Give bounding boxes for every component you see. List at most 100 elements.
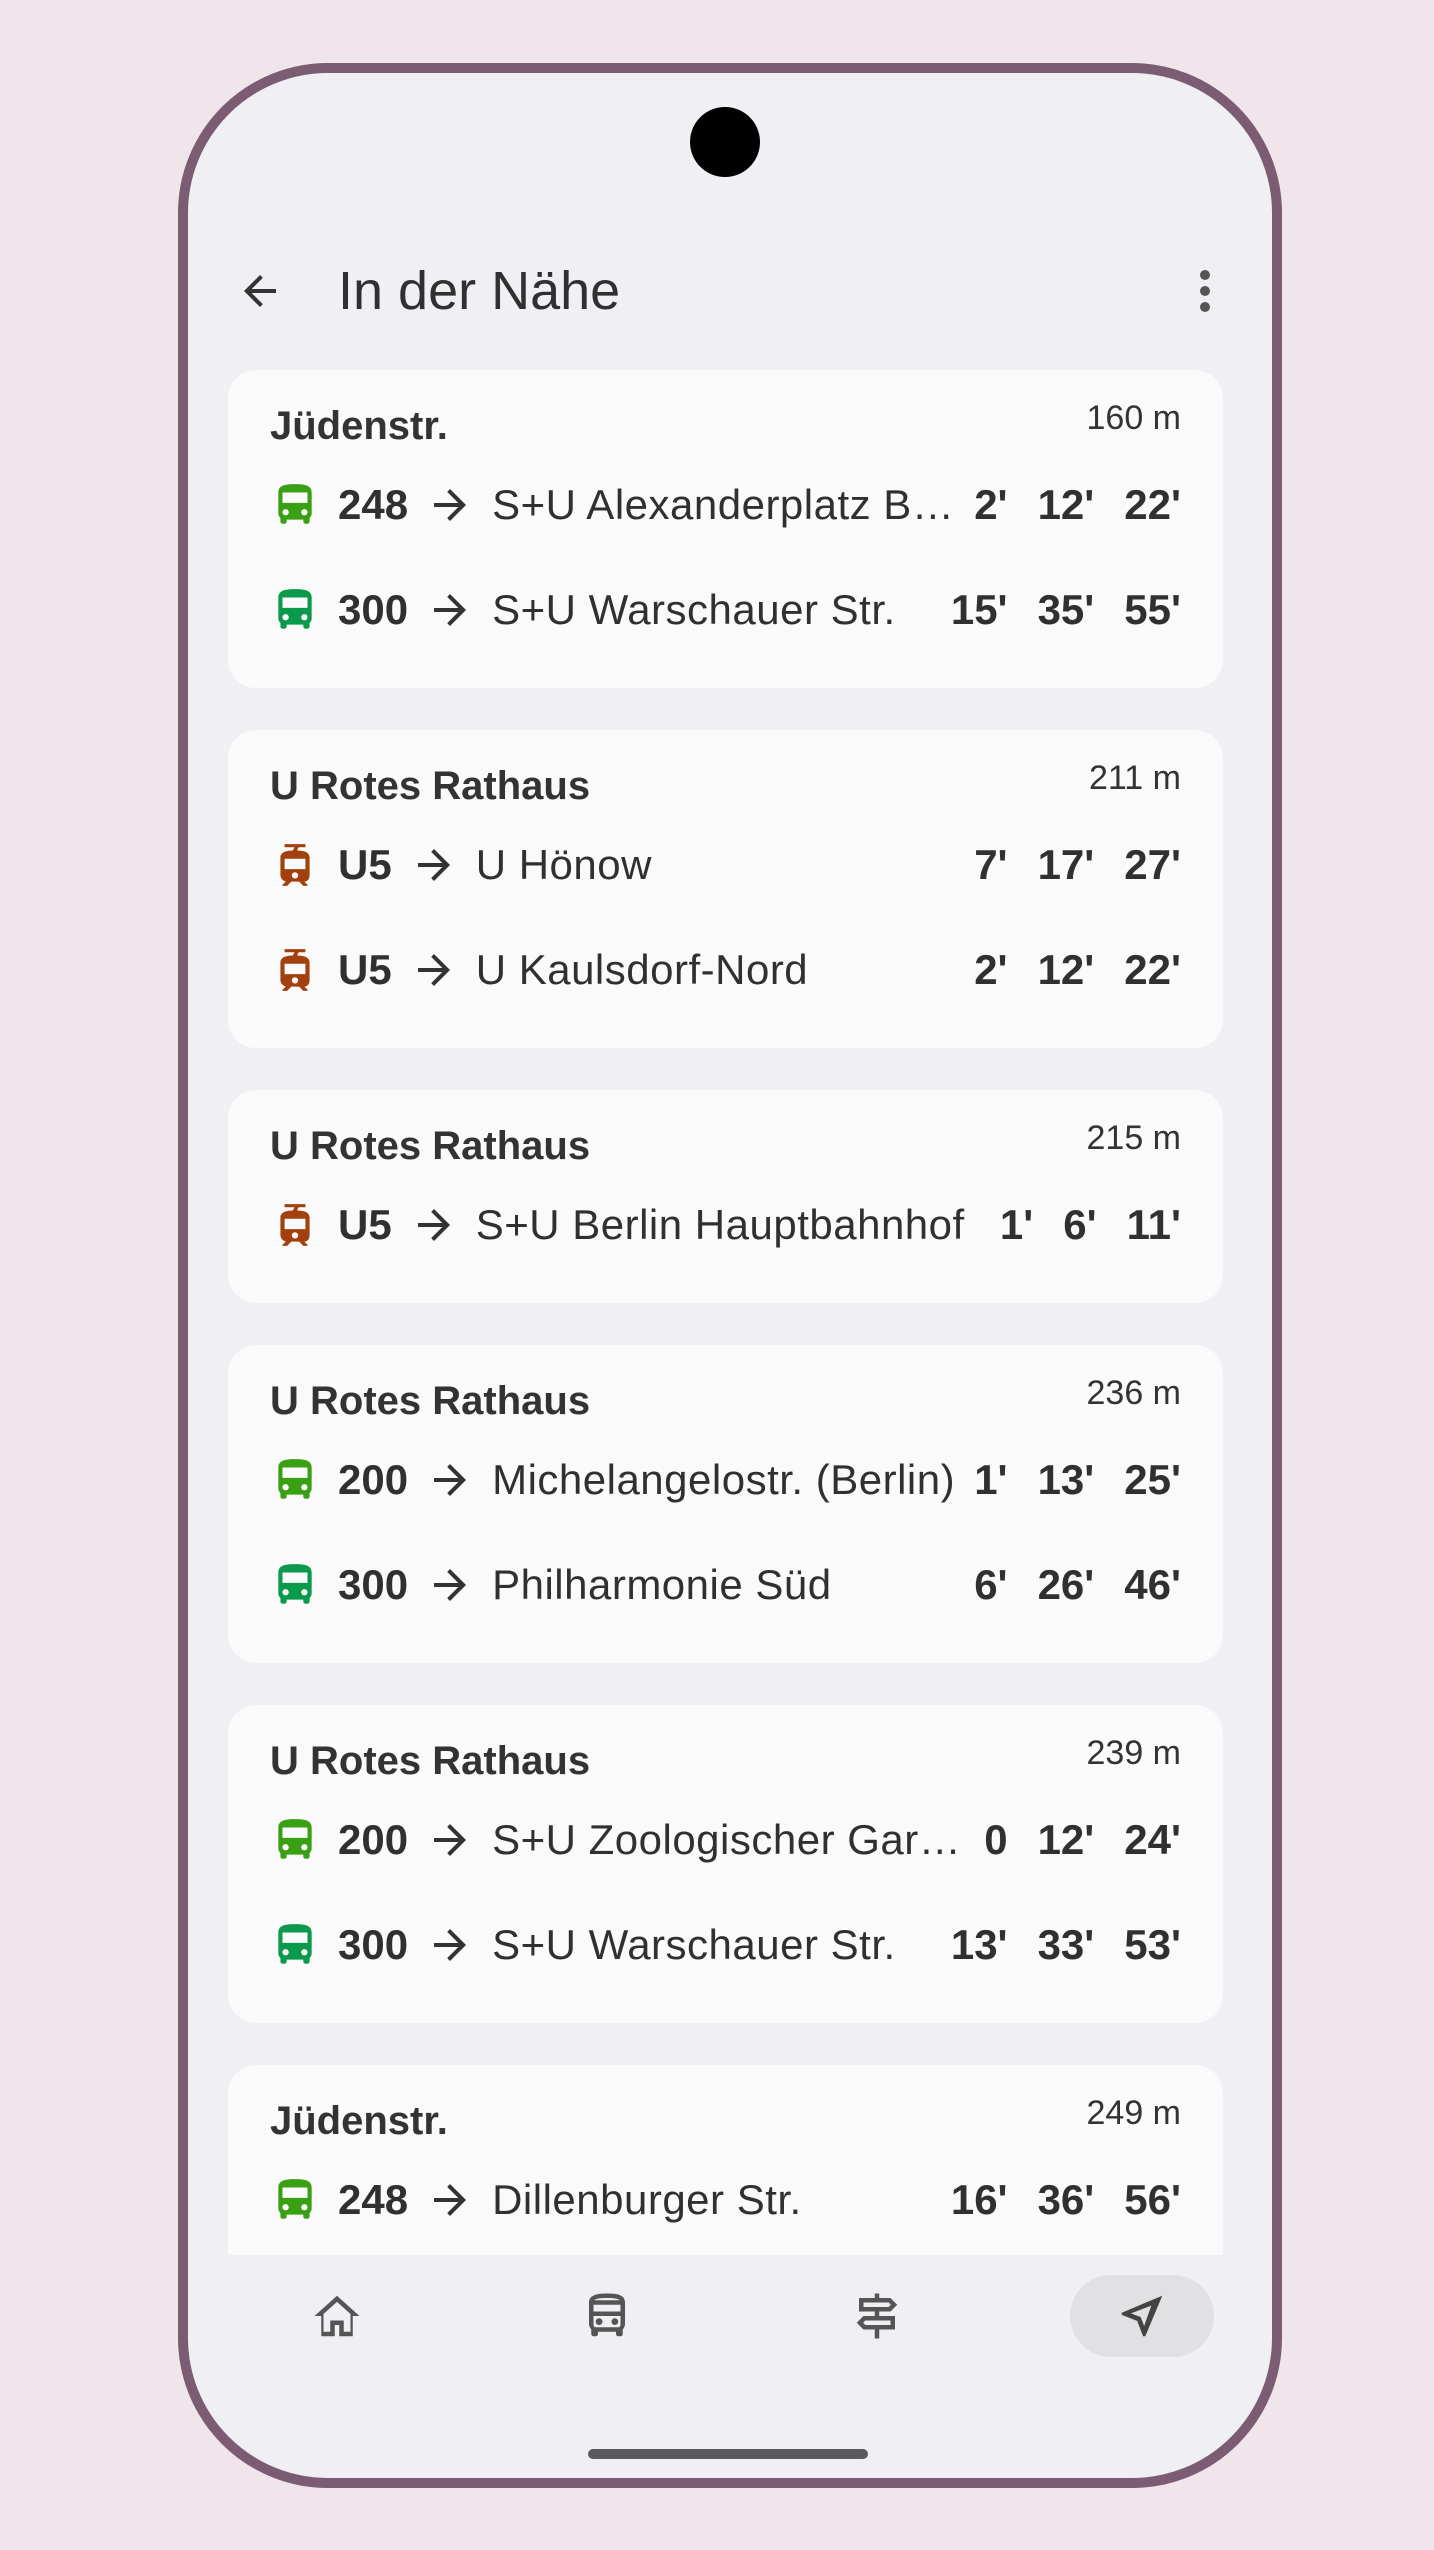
- line-number: 248: [338, 2175, 409, 2223]
- departure-time: 1': [999, 1200, 1034, 1248]
- destination: S+U Warschauer Str.: [492, 1920, 896, 1968]
- departure-times: 13' 33' 53': [951, 1921, 1181, 1969]
- departure-time: 53': [1124, 1920, 1181, 1968]
- stop-card[interactable]: U Rotes Rathaus 215 m U5 S+U Berlin Hauptba…: [228, 1090, 1223, 1303]
- departure-row[interactable]: 300 S+U Warschauer Str. 13' 33' 53': [270, 1892, 1181, 1997]
- stop-card[interactable]: Jüdenstr. 249 m 248 Dillenburger Str. 16' 36'…: [228, 2065, 1223, 2255]
- stop-card[interactable]: U Rotes Rathaus 239 m 200 S+U Zoologischer …: [228, 1705, 1223, 2023]
- more-options-button[interactable]: [1190, 263, 1220, 319]
- destination: Dillenburger Str.: [492, 2175, 802, 2223]
- stop-distance: 215 m: [1086, 1119, 1182, 1157]
- departure-time: 17': [1037, 840, 1095, 888]
- tram-icon: [270, 1198, 320, 1252]
- line-number: 200: [338, 1815, 409, 1863]
- departure-row[interactable]: U5 U Hönow 7' 17' 27': [270, 812, 1181, 917]
- departure-row[interactable]: 300 S+U Warschauer Str. 15' 35' 55': [270, 557, 1181, 662]
- stop-card-header: Jüdenstr. 249 m: [270, 2093, 1181, 2145]
- nav-directions[interactable]: [805, 2275, 949, 2357]
- bus-icon: [589, 2293, 625, 2337]
- arrow-right-icon: [410, 1201, 458, 1249]
- line-number: 300: [338, 1920, 409, 1968]
- home-icon: [314, 2295, 360, 2337]
- departure-times: 0 12' 24': [984, 1816, 1181, 1864]
- departure-row[interactable]: 248 S+U Alexanderplatz Bhf/Memhardstr. 2' 1…: [270, 452, 1181, 557]
- phone-frame: In der Nähe Jüdenstr. 160 m 248 S+U Alexand…: [178, 63, 1282, 2488]
- departure-time: 12': [1037, 1815, 1095, 1863]
- arrow-right-icon: [426, 1921, 474, 1969]
- departure-row[interactable]: 248 Dillenburger Str. 16' 36' 56': [270, 2147, 1181, 2252]
- nav-home[interactable]: [265, 2275, 409, 2357]
- stop-card[interactable]: Jüdenstr. 160 m 248 S+U Alexanderplatz Bhf/…: [228, 370, 1223, 688]
- stop-distance: 211 m: [1089, 759, 1181, 797]
- stop-name: U Rotes Rathaus: [270, 764, 591, 808]
- arrow-right-icon: [426, 2176, 474, 2224]
- nav-nearby[interactable]: [1070, 2275, 1214, 2357]
- destination: Philharmonie Süd: [492, 1560, 832, 1608]
- departure-time: 22': [1124, 945, 1181, 993]
- line-number: 200: [338, 1455, 409, 1503]
- stop-name: U Rotes Rathaus: [270, 1124, 591, 1168]
- destination: U Hönow: [475, 840, 652, 888]
- departure-time: 56': [1124, 2175, 1181, 2223]
- departure-time: 27': [1124, 840, 1181, 888]
- arrow-right-icon: [426, 586, 474, 634]
- departure-time: 33': [1037, 1920, 1095, 1968]
- bus-icon: [270, 1918, 320, 1972]
- destination: S+U Berlin Hauptbahnhof: [475, 1200, 965, 1248]
- nav-departures[interactable]: [535, 2275, 679, 2357]
- departure-time: 0: [984, 1815, 1008, 1863]
- departure-time: 2': [974, 480, 1008, 528]
- gesture-bar: [588, 2449, 868, 2459]
- departure-times: 1' 6' 11': [1000, 1201, 1181, 1249]
- departure-time: 22': [1124, 480, 1181, 528]
- departure-row[interactable]: 300 Philharmonie Süd 6' 26' 46': [270, 1532, 1181, 1637]
- departure-row[interactable]: 200 S+U Zoologischer Garten 0 12' 24': [270, 1787, 1181, 1892]
- signpost-icon: [856, 2293, 898, 2339]
- top-app-bar: In der Nähe: [188, 233, 1272, 333]
- line-number: 300: [338, 585, 409, 633]
- bus-icon: [270, 583, 320, 637]
- line-number: 300: [338, 1560, 409, 1608]
- departure-row[interactable]: U5 S+U Berlin Hauptbahnhof 1' 6' 11': [270, 1172, 1181, 1277]
- back-button[interactable]: [232, 263, 288, 319]
- stop-card[interactable]: U Rotes Rathaus 236 m 200 Michelangelostr. …: [228, 1345, 1223, 1663]
- stop-card-header: U Rotes Rathaus 215 m: [270, 1118, 1181, 1170]
- departure-time: 6': [974, 1560, 1008, 1608]
- stop-name: Jüdenstr.: [270, 404, 448, 448]
- destination: S+U Warschauer Str.: [492, 585, 896, 633]
- arrow-back-icon: [244, 275, 276, 307]
- arrow-right-icon: [426, 481, 474, 529]
- stop-card-header: U Rotes Rathaus 211 m: [270, 758, 1181, 810]
- stop-name: Jüdenstr.: [270, 2099, 448, 2143]
- stop-name: U Rotes Rathaus: [270, 1739, 591, 1783]
- arrow-right-icon: [426, 1456, 474, 1504]
- arrow-right-icon: [410, 946, 458, 994]
- bus-icon: [270, 1453, 320, 1507]
- arrow-right-icon: [426, 1816, 474, 1864]
- camera-cutout: [690, 107, 760, 177]
- departure-time: 36': [1037, 2175, 1095, 2223]
- destination: S+U Zoologischer Garten: [492, 1815, 967, 1863]
- stop-distance: 239 m: [1086, 1734, 1182, 1772]
- nearby-stops-list[interactable]: Jüdenstr. 160 m 248 S+U Alexanderplatz Bhf/…: [228, 370, 1223, 2255]
- page-title: In der Nähe: [338, 261, 621, 321]
- departure-row[interactable]: U5 U Kaulsdorf-Nord 2' 12' 22': [270, 917, 1181, 1022]
- departure-times: 6' 26' 46': [974, 1561, 1181, 1609]
- departure-time: 11': [1126, 1200, 1181, 1248]
- departure-time: 35': [1037, 585, 1095, 633]
- bus-icon: [270, 478, 320, 532]
- destination: S+U Alexanderplatz Bhf/Memhardstr.: [492, 480, 956, 528]
- departure-time: 12': [1037, 945, 1095, 993]
- departure-row[interactable]: 200 Michelangelostr. (Berlin) 1' 13' 25': [270, 1427, 1181, 1532]
- departure-time: 13': [1037, 1455, 1095, 1503]
- stop-card[interactable]: U Rotes Rathaus 211 m U5 U Hönow 7' 17' 27' U5 U…: [228, 730, 1223, 1048]
- departure-time: 12': [1037, 480, 1095, 528]
- destination: Michelangelostr. (Berlin): [492, 1455, 956, 1503]
- departure-times: 2' 12' 22': [974, 481, 1181, 529]
- departure-times: 16' 36' 56': [951, 2176, 1181, 2224]
- departure-time: 7': [974, 840, 1008, 888]
- destination: U Kaulsdorf-Nord: [475, 945, 809, 993]
- departure-times: 7' 17' 27': [974, 841, 1181, 889]
- departure-time: 13': [950, 1920, 1008, 1968]
- arrow-right-icon: [426, 1561, 474, 1609]
